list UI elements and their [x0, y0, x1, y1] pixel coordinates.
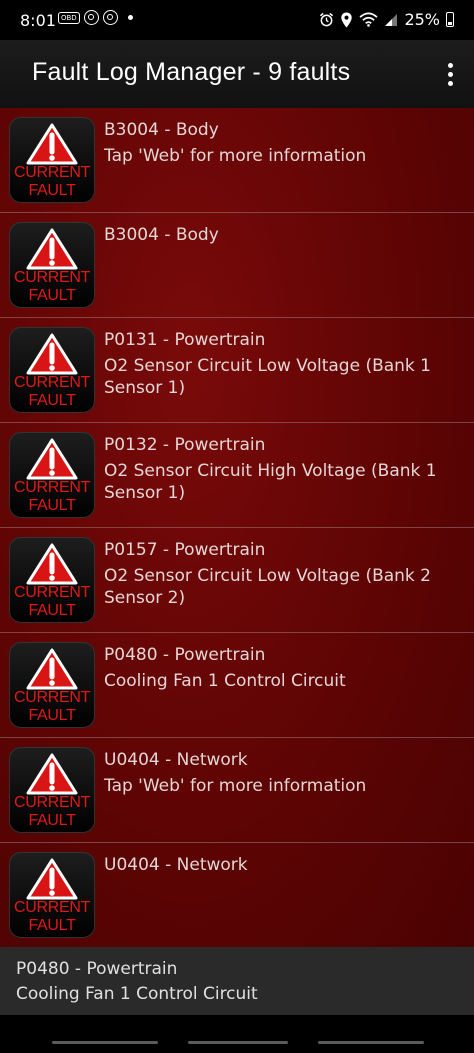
current-fault-badge: CURRENT FAULT — [9, 747, 95, 833]
badge-line1: CURRENT — [13, 689, 91, 706]
status-bar: 8:01 OBD 25% — [0, 0, 474, 40]
current-fault-badge: CURRENT FAULT — [9, 432, 95, 518]
current-fault-badge: CURRENT FAULT — [9, 222, 95, 308]
badge-line1: CURRENT — [13, 584, 91, 601]
nav-back-handle[interactable] — [318, 1041, 424, 1044]
fault-code: B3004 - Body — [104, 225, 219, 245]
selected-fault-description: Cooling Fan 1 Control Circuit — [16, 984, 258, 1004]
wifi-icon — [359, 12, 378, 27]
warning-triangle-icon — [26, 438, 78, 480]
badge-line2: FAULT — [28, 812, 76, 829]
current-fault-badge: CURRENT FAULT — [9, 852, 95, 938]
fault-description: Cooling Fan 1 Control Circuit — [104, 671, 346, 691]
fault-code: U0404 - Network — [104, 750, 248, 770]
obd-icon: OBD — [58, 11, 80, 24]
fault-list-item[interactable]: CURRENT FAULT P0480 - Powertrain Cooling Fa… — [0, 633, 474, 738]
battery-percent: 25% — [404, 10, 440, 29]
location-icon — [341, 12, 353, 27]
warning-triangle-icon — [26, 753, 78, 795]
badge-line2: FAULT — [28, 392, 76, 409]
battery-icon — [446, 12, 454, 27]
selected-fault-code: P0480 - Powertrain — [16, 959, 178, 979]
nav-home-handle[interactable] — [188, 1041, 288, 1044]
warning-triangle-icon — [26, 648, 78, 690]
badge-line2: FAULT — [28, 707, 76, 724]
fault-code: U0404 - Network — [104, 855, 248, 875]
fault-description: O2 Sensor Circuit High Voltage (Bank 1 S… — [104, 461, 437, 503]
fault-list-item[interactable]: CURRENT FAULT P0131 - Powertrain O2 Sensor … — [0, 318, 474, 423]
fault-code: P0132 - Powertrain — [104, 435, 266, 455]
fault-code: B3004 - Body — [104, 120, 219, 140]
status-time: 8:01 — [20, 11, 56, 30]
badge-line2: FAULT — [28, 917, 76, 934]
fault-list-item[interactable]: CURRENT FAULT B3004 - Body Tap 'Web' for mo… — [0, 108, 474, 213]
badge-line2: FAULT — [28, 602, 76, 619]
warning-triangle-icon — [26, 123, 78, 165]
badge-line1: CURRENT — [13, 164, 91, 181]
fault-description: Tap 'Web' for more information — [104, 146, 367, 166]
fault-description: O2 Sensor Circuit Low Voltage (Bank 2 Se… — [104, 566, 432, 608]
badge-line2: FAULT — [28, 287, 76, 304]
status-right-icons: 25% — [319, 10, 454, 29]
current-fault-badge: CURRENT FAULT — [9, 327, 95, 413]
badge-line1: CURRENT — [13, 374, 91, 391]
nav-recents-handle[interactable] — [52, 1041, 158, 1044]
badge-line1: CURRENT — [13, 899, 91, 916]
alarm-icon — [320, 12, 334, 27]
status-left-icons: OBD — [58, 10, 133, 25]
warning-triangle-icon — [26, 543, 78, 585]
current-fault-badge: CURRENT FAULT — [9, 537, 95, 623]
more-vert-icon[interactable] — [440, 56, 460, 92]
badge-line2: FAULT — [28, 497, 76, 514]
fault-code: P0131 - Powertrain — [104, 330, 266, 350]
navigation-bar — [0, 1015, 474, 1053]
current-fault-badge: CURRENT FAULT — [9, 117, 95, 203]
fault-description: Tap 'Web' for more information — [104, 776, 367, 796]
fault-list-item[interactable]: CURRENT FAULT P0132 - Powertrain O2 Sensor … — [0, 423, 474, 528]
badge-line2: FAULT — [28, 182, 76, 199]
badge-line1: CURRENT — [13, 269, 91, 286]
fault-description: O2 Sensor Circuit Low Voltage (Bank 1 Se… — [104, 356, 432, 398]
fault-code: P0480 - Powertrain — [104, 645, 266, 665]
fault-list[interactable]: CURRENT FAULT B3004 - Body Tap 'Web' for mo… — [0, 108, 474, 947]
current-fault-badge: CURRENT FAULT — [9, 642, 95, 728]
warning-triangle-icon — [26, 858, 78, 900]
notification-dot-icon — [127, 15, 133, 20]
app-bar: Fault Log Manager - 9 faults — [0, 40, 474, 108]
screen: 8:01 OBD 25% Fault Log Manager - 9 fault… — [0, 0, 474, 1053]
fingerprint-icon — [102, 10, 118, 25]
page-title: Fault Log Manager - 9 faults — [32, 58, 351, 86]
fault-list-item[interactable]: CURRENT FAULT U0404 - Network — [0, 843, 474, 947]
warning-triangle-icon — [26, 333, 78, 375]
fault-list-item[interactable]: CURRENT FAULT B3004 - Body — [0, 213, 474, 318]
badge-line1: CURRENT — [13, 479, 91, 496]
fault-code: P0157 - Powertrain — [104, 540, 266, 560]
fault-list-item[interactable]: CURRENT FAULT U0404 - Network Tap 'Web' for… — [0, 738, 474, 843]
fault-list-item[interactable]: CURRENT FAULT P0157 - Powertrain O2 Sensor … — [0, 528, 474, 633]
selected-fault-panel: P0480 - Powertrain Cooling Fan 1 Control… — [0, 947, 474, 1015]
fingerprint-icon — [83, 10, 99, 25]
signal-icon — [385, 13, 398, 26]
warning-triangle-icon — [26, 228, 78, 270]
badge-line1: CURRENT — [13, 794, 91, 811]
